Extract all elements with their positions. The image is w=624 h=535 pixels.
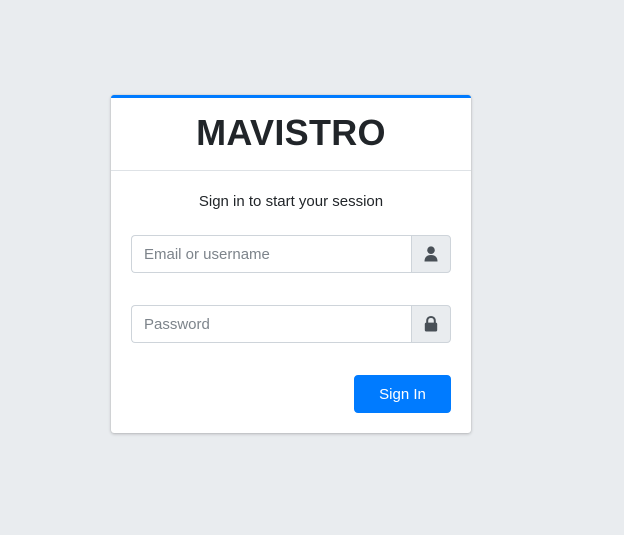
login-box-message: Sign in to start your session bbox=[198, 193, 384, 210]
email-input-group bbox=[131, 235, 451, 273]
login-card: MAVISTRO Sign in to start your session E… bbox=[111, 95, 471, 433]
login-card-header: MAVISTRO bbox=[111, 98, 471, 171]
password-addon bbox=[411, 305, 451, 343]
user-icon bbox=[424, 246, 438, 262]
sign-in-button[interactable]: Sign In bbox=[354, 375, 451, 413]
email-input[interactable] bbox=[131, 235, 411, 273]
email-addon bbox=[411, 235, 451, 273]
lock-icon bbox=[424, 316, 438, 332]
password-input-group bbox=[131, 305, 451, 343]
brand-logo-text[interactable]: MAVISTRO bbox=[196, 112, 386, 154]
password-input[interactable] bbox=[131, 305, 411, 343]
